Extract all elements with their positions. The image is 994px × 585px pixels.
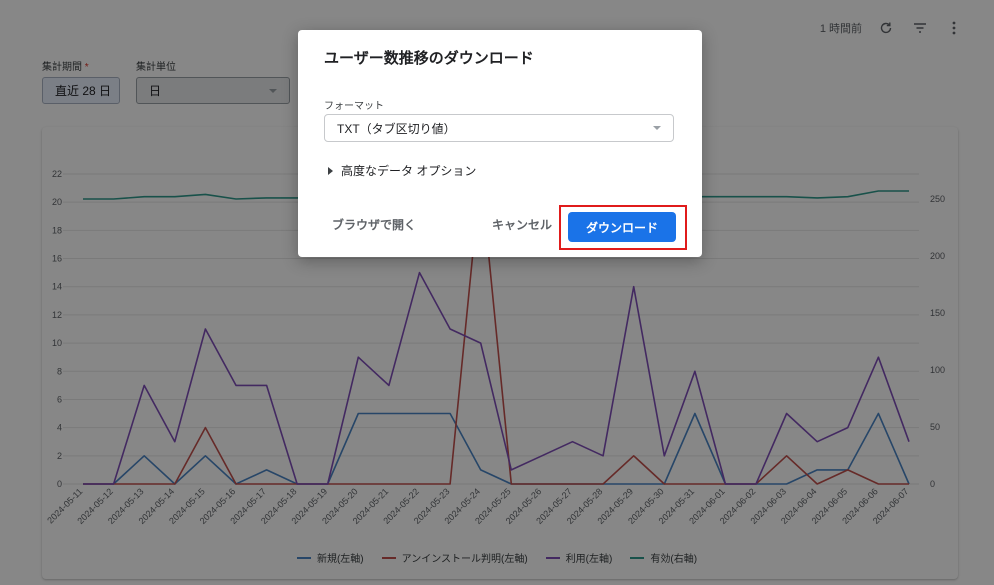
chevron-down-icon: [653, 126, 661, 130]
format-label: フォーマット: [324, 101, 384, 112]
expand-arrow-icon: [328, 166, 333, 175]
dialog-title: ユーザー数推移のダウンロード: [324, 50, 534, 67]
format-select[interactable]: TXT（タブ区切り値）: [324, 114, 674, 142]
cancel-button[interactable]: キャンセル: [486, 212, 558, 237]
download-button[interactable]: ダウンロード: [568, 212, 676, 242]
format-value: TXT（タブ区切り値）: [337, 121, 456, 136]
download-dialog: ユーザー数推移のダウンロード フォーマット TXT（タブ区切り値） 高度なデータ…: [298, 30, 702, 257]
open-in-browser-button[interactable]: ブラウザで開く: [326, 212, 422, 237]
advanced-options-label: 高度なデータ オプション: [341, 164, 477, 178]
report-page: 1 時間前 集計期間 * 直近 28 日 集計単位 日 0 2 4 6 8 10 12 14 1…: [0, 0, 994, 585]
advanced-options-toggle[interactable]: 高度なデータ オプション: [328, 162, 476, 179]
